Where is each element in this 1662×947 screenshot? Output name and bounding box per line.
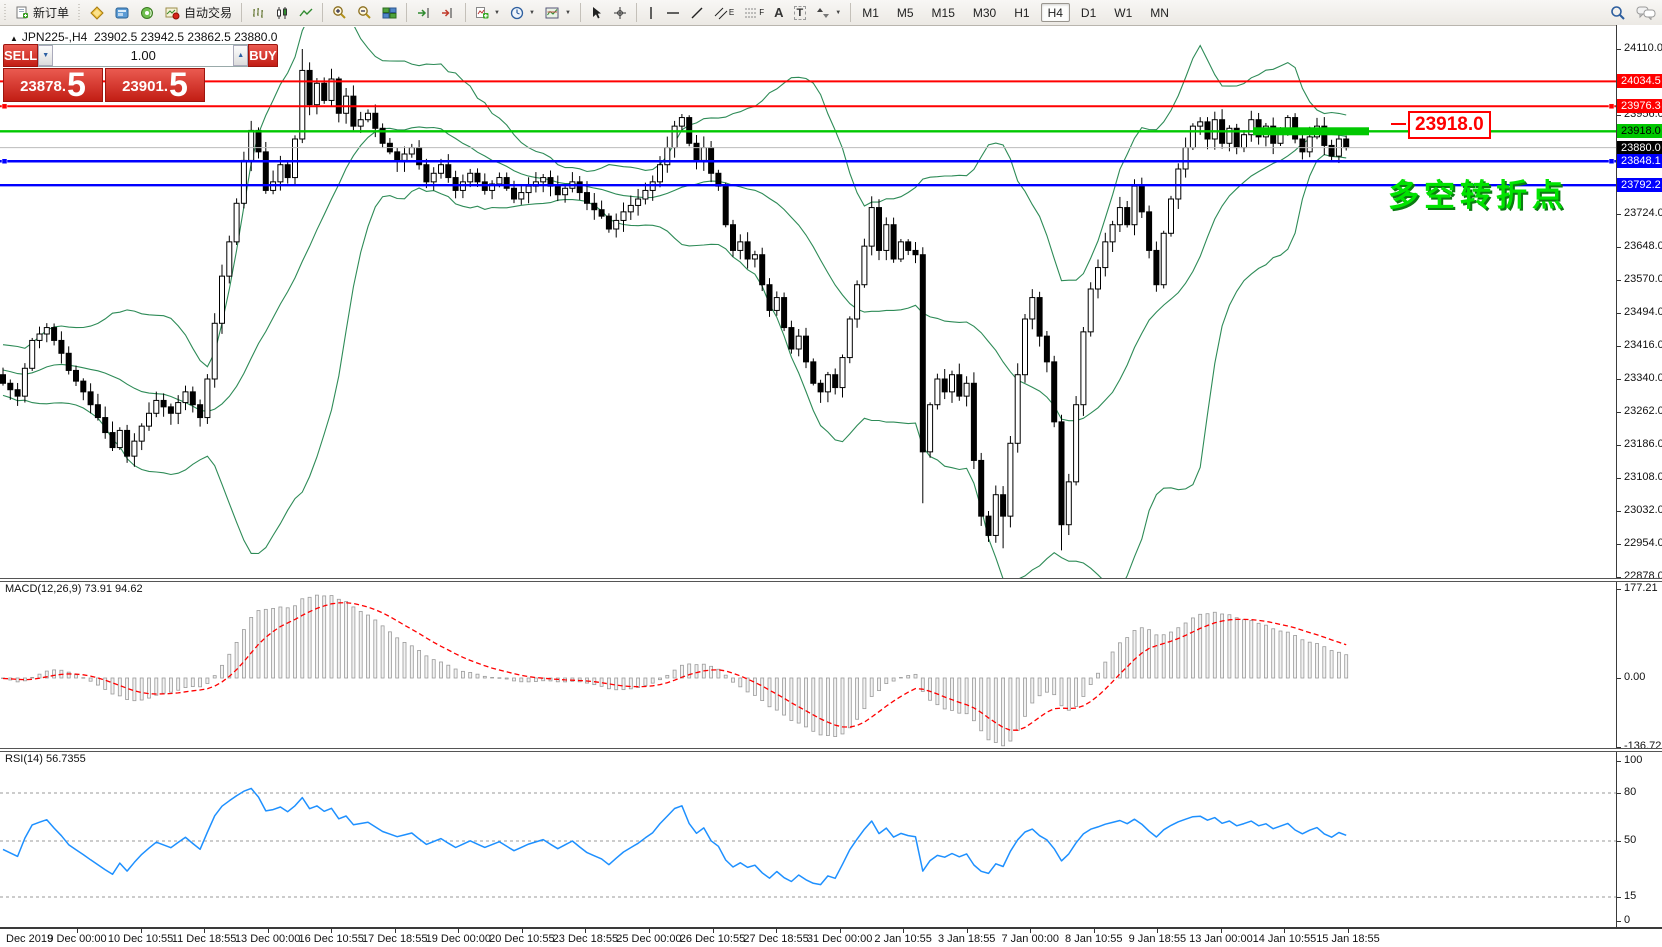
price-tick [1617,346,1621,347]
price-tick [1617,544,1621,545]
time-axis-label: 2 Jan 10:55 [874,933,932,945]
time-axis-label: 27 Dec 18:55 [743,933,808,945]
price-axis-label: 50 [1624,834,1636,846]
price-axis-label: 23880.0 [1617,141,1662,155]
price-tick [1617,214,1621,215]
macd-label: MACD(12,26,9) 73.91 94.62 [5,583,143,595]
time-axis-label: 25 Dec 00:00 [616,933,681,945]
buy-price-main: 23901 [122,74,164,100]
price-axis-label: 23918.0 [1617,124,1662,138]
price-tick [1617,445,1621,446]
volume-down-button[interactable]: ▼ [38,45,53,66]
rsi-tick [1617,793,1621,794]
collapse-arrow-icon[interactable]: ▲ [10,34,18,43]
price-tick [1617,49,1621,50]
price-axis-label: 0 [1624,914,1630,926]
time-axis-label: 13 Dec 00:00 [235,933,300,945]
sell-button[interactable]: SELL [3,44,38,67]
macd-tick [1617,589,1621,590]
rsi-tick [1617,841,1621,842]
volume-stepper: ▼ ▲ [38,44,248,67]
price-axis-label: 23724.0 [1624,207,1662,219]
rsi-tick [1617,761,1621,762]
symbol-period-label: JPN225-,H4 [22,30,87,44]
price-axis-label: 24110.0 [1624,42,1662,54]
time-axis-label: 15 Jan 18:55 [1316,933,1380,945]
time-axis-label: 10 Dec 10:55 [108,933,173,945]
time-axis-label: 13 Jan 00:00 [1189,933,1253,945]
price-axis-label: 80 [1624,786,1636,798]
time-axis[interactable]: Dec 20199 Dec 00:0010 Dec 10:5511 Dec 18… [0,927,1662,947]
time-axis-label: 19 Dec 00:00 [426,933,491,945]
price-axis-label: 23262.0 [1624,405,1662,417]
time-axis-label: 17 Dec 18:55 [362,933,427,945]
sell-price-dot: . [62,74,66,100]
time-axis-label: 8 Jan 10:55 [1065,933,1123,945]
sell-price-main: 23878 [20,74,62,100]
price-tick [1617,478,1621,479]
price-axis-label: 23108.0 [1624,471,1662,483]
rsi-tick [1617,897,1621,898]
price-axis-label: 23792.2 [1617,178,1662,192]
time-axis-label: Dec 2019 [6,933,53,945]
price-axis-label: 15 [1624,890,1636,902]
chart-header: ▲ JPN225-,H4 23902.5 23942.5 23862.5 2388… [10,30,277,44]
time-axis-label: 23 Dec 18:55 [553,933,618,945]
price-axis-label: 23032.0 [1624,504,1662,516]
pane-divider-rsi[interactable] [0,748,1662,752]
price-axis[interactable]: 24110.023956.023724.023648.023570.023494… [1616,25,1662,927]
price-tick [1617,280,1621,281]
price-axis-label: 0.00 [1624,671,1645,683]
price-axis-label: 23416.0 [1624,339,1662,351]
time-axis-label: 9 Jan 18:55 [1129,933,1187,945]
buy-button[interactable]: BUY [248,44,277,67]
one-click-trading-panel: SELL ▼ ▲ BUY 23878.5 23901.5 [3,44,205,102]
macd-tick [1617,678,1621,679]
time-axis-label: 11 Dec 18:55 [172,933,237,945]
price-axis-label: 100 [1624,754,1642,766]
price-axis-label: 24034.5 [1617,74,1662,88]
price-axis-label: 23340.0 [1624,372,1662,384]
price-tick [1617,511,1621,512]
price-axis-label: 22954.0 [1624,537,1662,549]
time-axis-label: 7 Jan 00:00 [1002,933,1060,945]
buy-price-dot: . [164,74,168,100]
volume-input[interactable] [53,45,233,66]
time-axis-label: 26 Dec 10:55 [680,933,745,945]
time-axis-label: 3 Jan 18:55 [938,933,996,945]
time-axis-label: 20 Dec 10:55 [489,933,554,945]
ohlc-values: 23902.5 23942.5 23862.5 23880.0 [94,30,278,44]
price-axis-label: 23648.0 [1624,240,1662,252]
time-axis-label: 9 Dec 00:00 [47,933,106,945]
volume-up-button[interactable]: ▲ [233,45,248,66]
mt4-window: 新订单 自动交易 [0,0,1662,947]
price-tick [1617,379,1621,380]
price-tick [1617,115,1621,116]
price-axis-label: 23570.0 [1624,273,1662,285]
price-tick [1617,247,1621,248]
chart-canvas[interactable] [0,0,1662,947]
price-axis-label: 23186.0 [1624,438,1662,450]
price-axis-label: 23848.1 [1617,154,1662,168]
sell-price-display[interactable]: 23878.5 [3,68,103,102]
price-callout-box[interactable]: 23918.0 [1408,111,1491,139]
time-axis-label: 31 Dec 00:00 [807,933,872,945]
buy-price-display[interactable]: 23901.5 [105,68,205,102]
buy-price-pips: 5 [169,70,188,100]
time-axis-label: 14 Jan 10:55 [1253,933,1317,945]
callout-dash [1391,123,1406,125]
sell-price-pips: 5 [67,70,86,100]
price-axis-label: 23976.3 [1617,99,1662,113]
price-axis-label: 23494.0 [1624,306,1662,318]
rsi-label: RSI(14) 56.7355 [5,753,86,765]
price-tick [1617,412,1621,413]
turning-point-annotation[interactable]: 多空转折点 [1388,170,1568,215]
pane-divider-macd[interactable] [0,578,1662,582]
price-axis-label: 177.21 [1624,582,1658,594]
price-tick [1617,313,1621,314]
time-axis-label: 16 Dec 10:55 [298,933,363,945]
rsi-tick [1617,921,1621,922]
